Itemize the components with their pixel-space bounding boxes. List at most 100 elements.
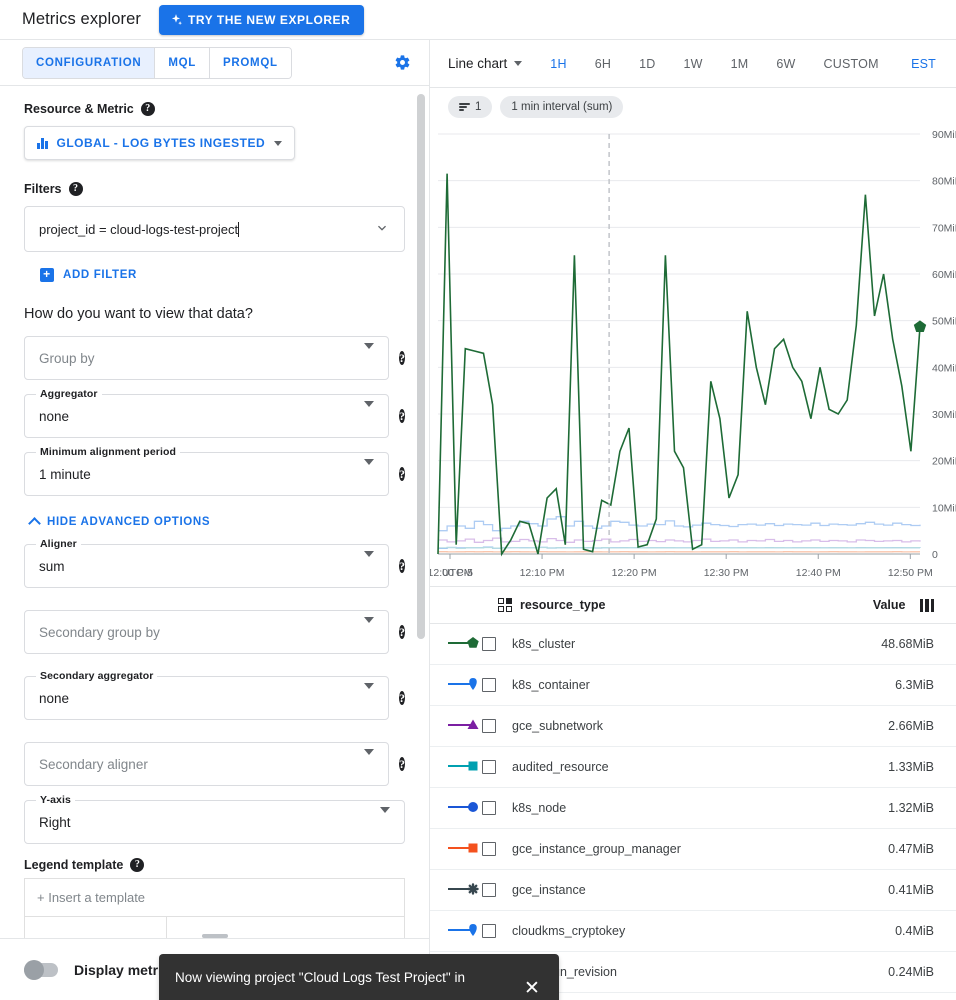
- help-icon[interactable]: ?: [140, 102, 155, 116]
- table-row[interactable]: gce_instance 0.41MiB: [430, 870, 956, 911]
- range-6w[interactable]: 6W: [762, 57, 809, 71]
- config-scroll-panel[interactable]: Resource & Metric ? GLOBAL - LOG BYTES I…: [0, 86, 429, 938]
- range-custom[interactable]: CUSTOM: [810, 57, 893, 71]
- help-icon[interactable]: ?: [130, 858, 145, 872]
- add-filter-button[interactable]: + ADD FILTER: [24, 262, 405, 282]
- gear-icon: [395, 55, 409, 70]
- range-1d[interactable]: 1D: [625, 57, 669, 71]
- y-axis-label: Y-axis: [36, 794, 75, 806]
- close-icon[interactable]: ✕: [521, 978, 543, 1000]
- bar-chart-icon: [37, 137, 48, 149]
- legend-template-input[interactable]: + Insert a template: [24, 878, 405, 916]
- y-axis-select[interactable]: Y-axis Right: [24, 794, 405, 844]
- group-by-select[interactable]: Group by: [24, 336, 389, 380]
- row-checkbox[interactable]: [482, 924, 496, 938]
- aggregator-select[interactable]: Aggregator none: [24, 388, 389, 438]
- svg-text:12:20 PM: 12:20 PM: [612, 567, 657, 579]
- row-checkbox[interactable]: [482, 801, 496, 815]
- range-1m[interactable]: 1M: [717, 57, 763, 71]
- filter-count-chip[interactable]: 1: [448, 96, 493, 118]
- field-y-axis-row: Y-axis Right: [24, 794, 405, 844]
- resource-metric-selector[interactable]: GLOBAL - LOG BYTES INGESTED: [24, 126, 296, 160]
- secondary-group-by-placeholder: Secondary group by: [39, 624, 160, 640]
- row-checkbox[interactable]: [482, 760, 496, 774]
- resource-type-name: audited_resource: [512, 760, 609, 774]
- hide-advanced-options-button[interactable]: HIDE ADVANCED OPTIONS: [24, 510, 405, 544]
- config-scrollbar-track[interactable]: [417, 90, 427, 934]
- table-row[interactable]: audited_resource 1.33MiB: [430, 747, 956, 788]
- range-1w[interactable]: 1W: [669, 57, 716, 71]
- secondary-aggregator-help[interactable]: ?: [399, 689, 405, 707]
- legend-group-column-header[interactable]: resource_type: [498, 598, 605, 612]
- aggregator-help[interactable]: ?: [399, 407, 405, 425]
- aligner-select[interactable]: Aligner sum: [24, 538, 389, 588]
- table-row[interactable]: cloudkms_cryptokey 0.4MiB: [430, 911, 956, 952]
- series-marker-icon: [448, 880, 482, 901]
- legend-group-column-label: resource_type: [520, 598, 606, 612]
- secondary-group-by-help[interactable]: ?: [399, 623, 405, 641]
- svg-text:12:30 PM: 12:30 PM: [704, 567, 749, 579]
- filter-input[interactable]: project_id = cloud-logs-test-project: [24, 206, 405, 252]
- row-checkbox[interactable]: [482, 637, 496, 651]
- row-checkbox[interactable]: [482, 719, 496, 733]
- resource-type-name: cloud_run_revision: [512, 965, 617, 979]
- range-6h[interactable]: 6H: [581, 57, 625, 71]
- secondary-aggregator-select[interactable]: Secondary aggregator none: [24, 670, 389, 720]
- table-row[interactable]: gce_subnetwork 2.66MiB: [430, 706, 956, 747]
- panel-resize-handle[interactable]: [201, 934, 228, 938]
- try-new-explorer-label: TRY THE NEW EXPLORER: [187, 12, 351, 27]
- columns-icon[interactable]: [919, 598, 934, 612]
- svg-text:10MiB: 10MiB: [932, 502, 956, 514]
- chevron-down-icon: [274, 140, 283, 146]
- table-row[interactable]: k8s_container 6.3MiB: [430, 665, 956, 706]
- text-cursor: [238, 221, 240, 237]
- table-row[interactable]: k8s_node 1.32MiB: [430, 788, 956, 829]
- group-by-help[interactable]: ?: [399, 349, 405, 367]
- resource-type-value: 0.47MiB: [888, 842, 934, 856]
- settings-button[interactable]: [389, 50, 415, 76]
- help-icon[interactable]: ?: [68, 182, 83, 196]
- config-scrollbar-thumb[interactable]: [417, 94, 425, 639]
- resource-type-name: k8s_node: [512, 801, 567, 815]
- filter-icon: [459, 103, 470, 111]
- secondary-aligner-select[interactable]: Secondary aligner: [24, 742, 389, 786]
- legend-value-column-header: Value: [873, 598, 934, 612]
- series-marker-icon: [448, 839, 482, 860]
- row-checkbox[interactable]: [482, 883, 496, 897]
- try-new-explorer-button[interactable]: TRY THE NEW EXPLORER: [158, 4, 365, 35]
- resource-type-value: 0.4MiB: [895, 924, 934, 938]
- grid-select-icon[interactable]: [498, 598, 512, 612]
- series-marker-icon: [448, 675, 482, 696]
- tab-promql[interactable]: PROMQL: [210, 47, 291, 78]
- secondary-aggregator-value: none: [39, 690, 70, 706]
- display-metric-toggle[interactable]: [24, 959, 58, 980]
- secondary-aligner-help[interactable]: ?: [399, 755, 405, 773]
- chevron-down-icon: [364, 617, 374, 641]
- svg-text:40MiB: 40MiB: [932, 362, 956, 374]
- table-row[interactable]: gce_instance_group_manager 0.47MiB: [430, 829, 956, 870]
- chart-type-selector[interactable]: Line chart: [448, 56, 523, 71]
- filter-count-label: 1: [475, 101, 482, 113]
- timezone-button[interactable]: EST: [897, 57, 942, 71]
- interval-chip[interactable]: 1 min interval (sum): [500, 96, 624, 118]
- table-row[interactable]: k8s_cluster 48.68MiB: [430, 624, 956, 665]
- chart-plot-area[interactable]: 0 10MiB 20MiB 30MiB 40MiB 50MiB 60MiB 70MiB 80Mi…: [430, 126, 956, 586]
- tab-mql[interactable]: MQL: [155, 47, 211, 78]
- resource-metric-label: Resource & Metric ?: [24, 102, 405, 116]
- minimum-alignment-period-select[interactable]: Minimum alignment period 1 minute: [24, 446, 389, 496]
- row-checkbox[interactable]: [482, 842, 496, 856]
- toast-message: Now viewing project "Cloud Logs Test Pro…: [175, 970, 465, 985]
- aggregator-value: none: [39, 408, 70, 424]
- svg-text:30MiB: 30MiB: [932, 409, 956, 421]
- legend-template-cell-left[interactable]: [24, 916, 167, 938]
- secondary-group-by-select[interactable]: Secondary group by: [24, 610, 389, 654]
- metrics-line-chart[interactable]: 0 10MiB 20MiB 30MiB 40MiB 50MiB 60MiB 70MiB 80Mi…: [430, 126, 956, 586]
- row-checkbox[interactable]: [482, 678, 496, 692]
- svg-text:12:50 PM: 12:50 PM: [888, 567, 933, 579]
- range-1h[interactable]: 1H: [536, 57, 580, 71]
- chevron-down-icon[interactable]: [374, 220, 390, 239]
- resource-type-name: k8s_container: [512, 678, 590, 692]
- tab-configuration[interactable]: CONFIGURATION: [23, 47, 156, 78]
- minimum-alignment-period-help[interactable]: ?: [399, 465, 405, 483]
- aligner-help[interactable]: ?: [399, 557, 405, 575]
